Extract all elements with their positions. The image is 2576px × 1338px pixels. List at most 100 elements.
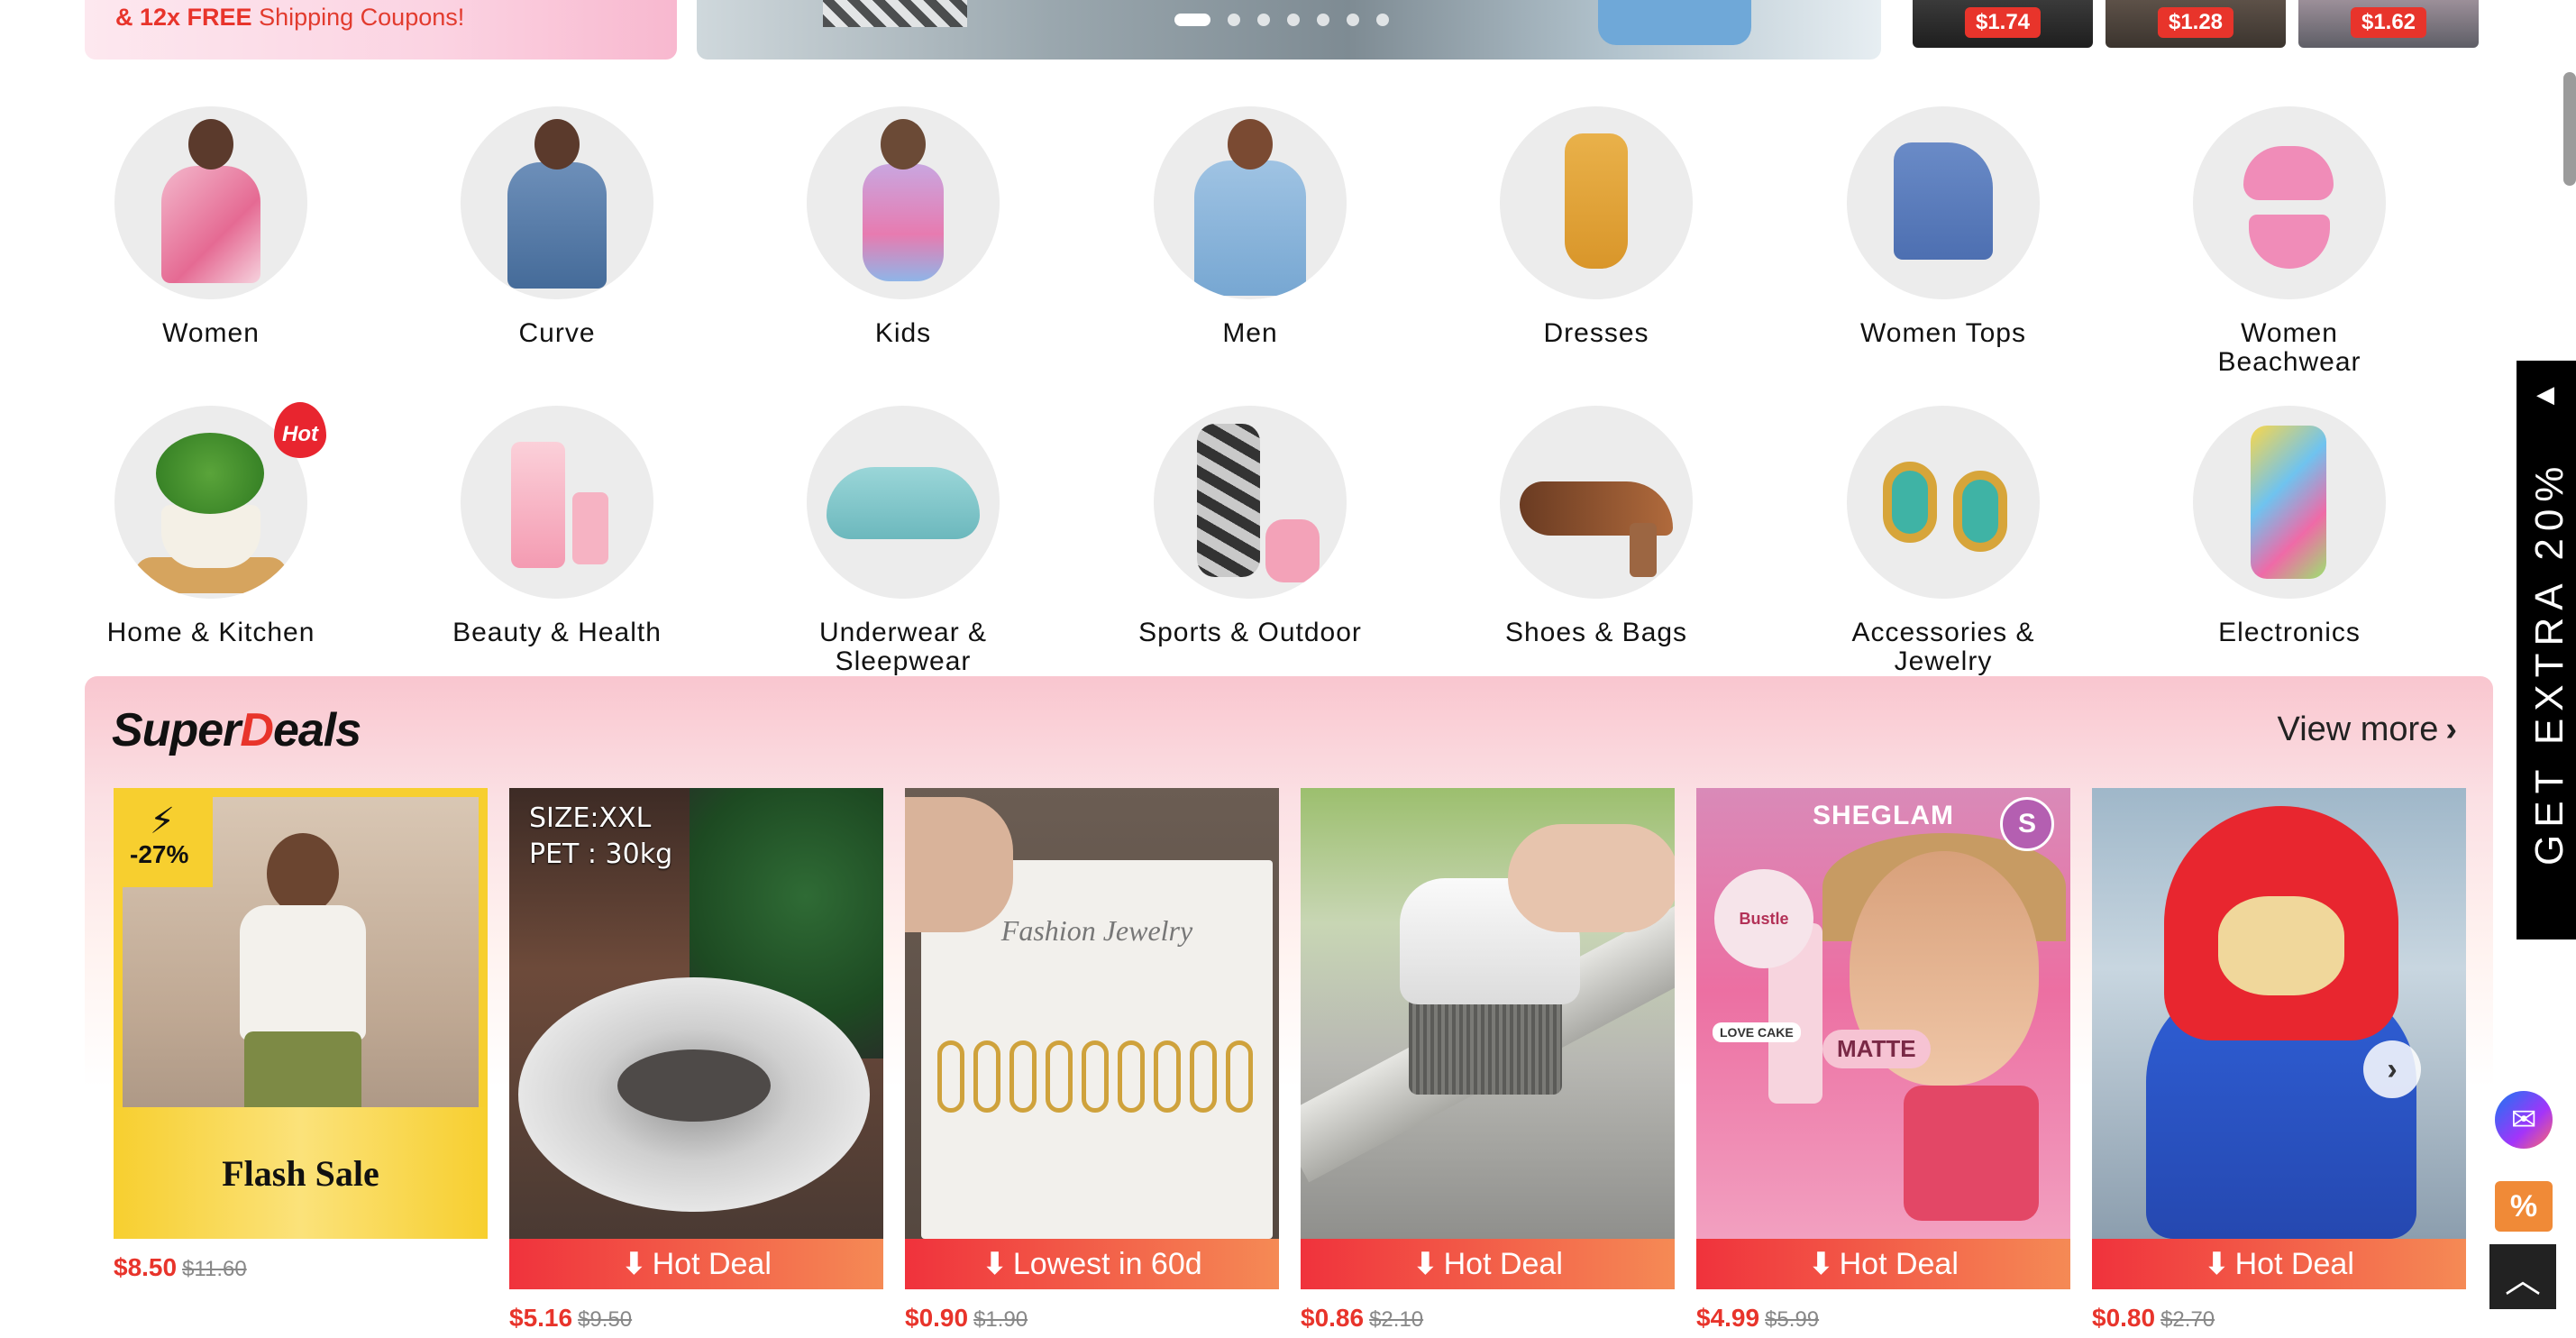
sports-category-icon: [1154, 406, 1347, 599]
category-label: Accessories & Jewelry: [1851, 618, 2035, 676]
hot-deal-tag: ⬇ Hot Deal: [2092, 1239, 2466, 1289]
bustle-seal: Bustle: [1714, 869, 1813, 968]
deal-card-2[interactable]: SIZE:XXL PET : 30kg ⬇ Hot Deal $5.16 $9.50: [509, 788, 883, 1333]
dog-image: [617, 1049, 771, 1122]
down-arrow-icon: ⬇: [982, 1247, 1008, 1281]
title-d: D: [240, 704, 274, 756]
category-beauty-health[interactable]: Beauty & Health: [404, 406, 710, 647]
deal-image[interactable]: ›: [2092, 788, 2466, 1239]
category-sports-outdoor[interactable]: Sports & Outdoor: [1097, 406, 1403, 647]
women-category-icon: [114, 106, 307, 299]
view-more-link[interactable]: View more ›: [2278, 710, 2457, 749]
jewelry-category-icon: [1847, 406, 2040, 599]
carousel-dot-2[interactable]: [1228, 14, 1240, 26]
hand-image: [1508, 824, 1675, 932]
women-tops-category-icon: [1847, 106, 2040, 299]
deal-card-6[interactable]: › ⬇ Hot Deal $0.80 $2.70: [2092, 788, 2466, 1333]
category-label: Beauty & Health: [452, 618, 662, 647]
currency-symbol: $: [2092, 1304, 2106, 1332]
category-label: Underwear & Sleepwear: [818, 618, 988, 676]
blush-pot-image: [1904, 1086, 2039, 1221]
deal-card-3[interactable]: Fashion Jewelry ⬇ Lowest in 60d $0.90 $1.9…: [905, 788, 1279, 1333]
messenger-icon: ✉: [2510, 1103, 2537, 1137]
electronics-category-icon: [2193, 406, 2386, 599]
mini-product-price: $1.74: [1964, 7, 2042, 38]
category-women[interactable]: Women: [58, 106, 364, 348]
category-kids[interactable]: Kids: [750, 106, 1056, 348]
deal-price: $0.86 $2.10: [1301, 1304, 1675, 1333]
earrings-row: [937, 1040, 1253, 1113]
category-underwear-sleepwear[interactable]: Underwear & Sleepwear: [750, 406, 1056, 676]
deal-card-1[interactable]: ⚡ -27% Flash Sale $8.50 $11.60: [114, 788, 488, 1333]
get-extra-discount-tab[interactable]: ◀ GET EXTRA 20%: [2517, 361, 2576, 939]
category-shoes-bags[interactable]: Shoes & Bags: [1443, 406, 1749, 647]
category-label: Shoes & Bags: [1504, 618, 1688, 647]
category-women-beachwear[interactable]: Women Beachwear: [2136, 106, 2443, 377]
steam-cleaner-face: [2218, 896, 2344, 995]
category-electronics[interactable]: Electronics: [2136, 406, 2443, 647]
chevron-up-icon: ︿: [2505, 1260, 2541, 1300]
carousel-dot-6[interactable]: [1347, 14, 1359, 26]
promo-text: Shipping Coupons!: [259, 4, 465, 31]
hot-deal-tag: ⬇ Hot Deal: [1696, 1239, 2070, 1289]
hero-carousel[interactable]: [697, 0, 1881, 60]
deal-image[interactable]: ⚡ -27% Flash Sale: [114, 788, 488, 1239]
page-scrollbar[interactable]: [2563, 72, 2576, 186]
carousel-dot-7[interactable]: [1376, 14, 1389, 26]
tag-label: Hot Deal: [2234, 1246, 2354, 1281]
category-women-tops[interactable]: Women Tops: [1790, 106, 2096, 348]
chevron-right-icon: ›: [2387, 1051, 2398, 1086]
deal-card-4[interactable]: ⬇ Hot Deal $0.86 $2.10: [1301, 788, 1675, 1333]
deal-image[interactable]: Bustle SHEGLAM S LOVE CAKE MATTE: [1696, 788, 2070, 1239]
currency-symbol: $: [114, 1253, 128, 1281]
lowest-price-tag: ⬇ Lowest in 60d: [905, 1239, 1279, 1289]
currency-symbol: $: [1696, 1304, 1711, 1332]
back-to-top-button[interactable]: ︿: [2489, 1244, 2556, 1309]
down-arrow-icon: ⬇: [621, 1247, 647, 1281]
deal-image[interactable]: SIZE:XXL PET : 30kg: [509, 788, 883, 1239]
shipping-coupon-banner[interactable]: & 12x FREE Shipping Coupons!: [85, 0, 677, 60]
coupon-button[interactable]: %: [2495, 1181, 2553, 1232]
sheglam-logo-icon: S: [2000, 797, 2054, 851]
deal-price: $4.99 $5.99: [1696, 1304, 2070, 1333]
current-price: 5.16: [523, 1304, 573, 1332]
original-price: $9.50: [578, 1307, 633, 1332]
category-label: Women: [162, 318, 260, 348]
hot-badge: Hot: [274, 402, 326, 458]
category-accessories-jewelry[interactable]: Accessories & Jewelry: [1790, 406, 2096, 676]
mini-product-2[interactable]: $1.28: [2106, 0, 2286, 48]
tag-label: Hot Deal: [1443, 1246, 1563, 1281]
hand-image: [905, 797, 1013, 932]
carousel-next-button[interactable]: ›: [2363, 1040, 2421, 1098]
carousel-dot-3[interactable]: [1257, 14, 1270, 26]
category-curve[interactable]: Curve: [404, 106, 710, 348]
category-home-kitchen[interactable]: Hot Home & Kitchen: [58, 402, 364, 647]
size-line-1: SIZE:XXL: [529, 802, 652, 834]
tag-label: Lowest in 60d: [1012, 1246, 1202, 1281]
category-label: Sports & Outdoor: [1138, 618, 1362, 647]
deal-price: $5.16 $9.50: [509, 1304, 883, 1333]
hot-deal-tag: ⬇ Hot Deal: [509, 1239, 883, 1289]
messenger-button[interactable]: ✉: [2495, 1091, 2553, 1149]
deal-card-5[interactable]: Bustle SHEGLAM S LOVE CAKE MATTE ⬇ Hot De…: [1696, 788, 2070, 1333]
category-label: Men: [1222, 318, 1278, 348]
discount-badge: ⚡ -27%: [114, 788, 213, 887]
beachwear-category-icon: [2193, 106, 2386, 299]
carousel-dot-4[interactable]: [1287, 14, 1300, 26]
shoes-category-icon: [1500, 406, 1693, 599]
flash-sale-label: Flash Sale: [114, 1107, 488, 1239]
deal-image[interactable]: [1301, 788, 1675, 1239]
carousel-dot-1[interactable]: [1174, 14, 1210, 26]
category-dresses[interactable]: Dresses: [1443, 106, 1749, 348]
mini-product-3[interactable]: $1.62: [2298, 0, 2479, 48]
original-price: $1.90: [973, 1307, 1028, 1332]
tag-label: Hot Deal: [1839, 1246, 1959, 1281]
extra-discount-label: GET EXTRA 20%: [2527, 459, 2571, 866]
deal-image[interactable]: Fashion Jewelry: [905, 788, 1279, 1239]
current-price: 0.86: [1314, 1304, 1365, 1332]
category-men[interactable]: Men: [1097, 106, 1403, 348]
original-price: $2.10: [1369, 1307, 1424, 1332]
love-cake-sticker: LOVE CAKE: [1713, 1022, 1801, 1042]
carousel-dot-5[interactable]: [1317, 14, 1329, 26]
mini-product-1[interactable]: $1.74: [1913, 0, 2093, 48]
